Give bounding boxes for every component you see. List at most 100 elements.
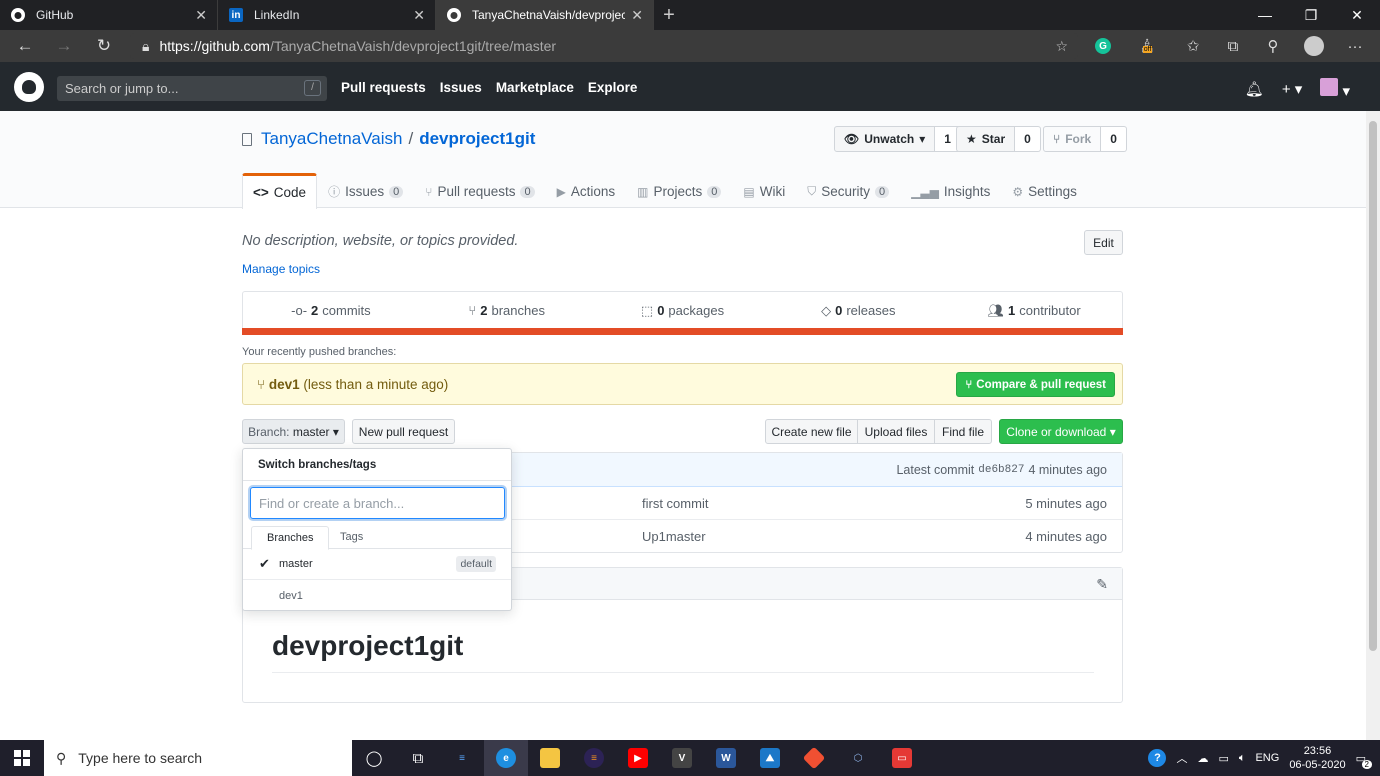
notification-center-icon[interactable]: ▭ 2 — [1356, 752, 1372, 769]
repo-owner-link[interactable]: TanyaChetnaVaish — [261, 129, 402, 149]
branch-filter-input[interactable]: Find or create a branch... — [250, 487, 505, 519]
commit-sha-link[interactable]: de6b827 — [978, 464, 1024, 476]
notifications-bell-icon[interactable]: 🔔︎ — [1245, 80, 1264, 98]
scrollbar-thumb[interactable] — [1369, 121, 1377, 651]
nav-pull-requests[interactable]: Pull requests — [341, 80, 426, 95]
language-bar[interactable] — [242, 328, 1123, 335]
minimize-icon[interactable]: — — [1242, 0, 1288, 30]
commit-message-link[interactable]: Up1master — [642, 529, 706, 544]
edge-browser-icon[interactable]: e — [484, 740, 528, 776]
chevron-up-icon[interactable]: ︿ — [1176, 750, 1187, 766]
user-avatar-menu[interactable]: ▾ — [1320, 78, 1350, 100]
refresh-icon[interactable]: ↻ — [85, 36, 123, 56]
tab-issues[interactable]: ⓘ Issues 0 — [317, 173, 414, 209]
tab-settings[interactable]: ⚙ Settings — [1001, 173, 1088, 209]
battery-icon[interactable]: ▭ — [1218, 752, 1228, 765]
recent-branch-name[interactable]: dev1 — [269, 377, 300, 392]
vim-icon[interactable]: V — [660, 740, 704, 776]
youtube-icon[interactable]: ▶ — [616, 740, 660, 776]
tab-security[interactable]: ⛉ Security 0 — [796, 173, 900, 209]
new-tab-icon[interactable]: + — [654, 0, 684, 30]
browser-tab-github[interactable]: GitHub ✕ — [0, 0, 218, 30]
create-new-file-button[interactable]: Create new file — [765, 419, 858, 444]
unwatch-button[interactable]: 👁︎ Unwatch ▾ — [834, 126, 936, 152]
packages-link[interactable]: ⬚ 0 packages — [595, 292, 771, 329]
grammarly-icon[interactable]: G — [1088, 30, 1118, 62]
file-explorer-icon[interactable] — [528, 740, 572, 776]
commit-message-link[interactable]: first commit — [642, 496, 708, 511]
help-icon[interactable]: ? — [1148, 749, 1167, 767]
browser-tab-repo[interactable]: TanyaChetnaVaish/devproject1git ✕ — [436, 0, 654, 30]
find-file-button[interactable]: Find file — [934, 419, 992, 444]
virtualbox-icon[interactable]: ⬡ — [836, 740, 880, 776]
tab-tags[interactable]: Tags — [325, 526, 378, 550]
git-icon[interactable] — [792, 740, 836, 776]
tab-pull-requests[interactable]: ⑂ Pull requests 0 — [414, 173, 545, 209]
nav-issues[interactable]: Issues — [440, 80, 482, 95]
maximize-icon[interactable]: ❐ — [1288, 0, 1334, 30]
volume-icon[interactable]: 🔈︎ — [1239, 752, 1246, 765]
word-icon[interactable]: W — [704, 740, 748, 776]
close-window-icon[interactable]: ✕ — [1334, 0, 1380, 30]
upload-files-button[interactable]: Upload files — [857, 419, 935, 444]
branch-item-dev1[interactable]: dev1 — [243, 580, 511, 611]
language-indicator[interactable]: ENG — [1255, 752, 1279, 764]
share-icon[interactable]: ⚲ — [1258, 30, 1288, 62]
url-field[interactable]: 🔒︎ https://github.com/TanyaChetnaVaish/d… — [130, 33, 1078, 59]
close-tab-icon[interactable]: ✕ — [631, 7, 643, 24]
collections-icon[interactable]: ⧉ — [1218, 30, 1248, 62]
compare-pull-request-button[interactable]: ⑂ Compare & pull request — [956, 372, 1115, 397]
edit-button[interactable]: Edit — [1084, 230, 1123, 255]
tab-wiki[interactable]: ▤ Wiki — [732, 173, 796, 209]
fork-button[interactable]: ⑂ Fork — [1043, 126, 1102, 152]
unwatch-label: Unwatch — [864, 132, 915, 146]
github-logo-icon[interactable] — [14, 72, 44, 102]
nav-explore[interactable]: Explore — [588, 80, 638, 95]
default-badge: default — [456, 556, 496, 572]
repo-name-link[interactable]: devproject1git — [419, 129, 535, 149]
cortana-icon[interactable]: ◯ — [352, 740, 396, 776]
releases-link[interactable]: ◇ 0 releases — [770, 292, 946, 329]
forward-icon[interactable]: → — [45, 36, 83, 56]
star-button[interactable]: ★ Star — [956, 126, 1016, 152]
pencil-icon[interactable]: ✎ — [1096, 576, 1108, 593]
contributors-link[interactable]: 👥︎ 1 contributor — [946, 292, 1122, 329]
create-new-icon[interactable]: + ▾ — [1282, 80, 1302, 98]
favorite-star-icon[interactable]: ☆ — [1055, 38, 1068, 55]
tab-projects[interactable]: ▥ Projects 0 — [626, 173, 732, 209]
tab-branches[interactable]: Branches — [251, 526, 330, 550]
star-count[interactable]: 0 — [1015, 126, 1041, 152]
profile-avatar[interactable] — [1299, 30, 1329, 62]
photos-icon[interactable]: ⛰ — [748, 740, 792, 776]
close-tab-icon[interactable]: ✕ — [195, 7, 207, 24]
page-scrollbar[interactable] — [1366, 111, 1380, 740]
branches-link[interactable]: ⑂ 2 branches — [419, 292, 595, 329]
new-pull-request-button[interactable]: New pull request — [352, 419, 455, 444]
tab-code[interactable]: <> Code — [242, 173, 318, 209]
search-input[interactable]: Search or jump to... / — [57, 76, 327, 101]
branch-item-master[interactable]: ✔ master default — [243, 549, 511, 580]
tab-actions[interactable]: ▶ Actions — [546, 173, 627, 209]
manage-topics-link[interactable]: Manage topics — [242, 262, 320, 276]
more-options-icon[interactable]: ··· — [1340, 30, 1370, 62]
eclipse-icon[interactable]: ≡ — [572, 740, 616, 776]
nav-marketplace[interactable]: Marketplace — [496, 80, 574, 95]
task-view-icon[interactable]: ⧉ — [396, 740, 440, 776]
branch-select-button[interactable]: Branch: master ▾ — [242, 419, 345, 444]
app-icon[interactable]: ▭ — [880, 740, 924, 776]
back-icon[interactable]: ← — [6, 36, 44, 56]
clone-download-button[interactable]: Clone or download ▾ — [999, 419, 1123, 444]
commits-link[interactable]: -o- 2 commits — [243, 292, 419, 329]
favorites-icon[interactable]: ✩ — [1178, 30, 1208, 62]
fork-count[interactable]: 0 — [1101, 126, 1127, 152]
cloud-icon[interactable]: ☁ — [1197, 752, 1208, 765]
extension-icon[interactable]: ⛪︎off — [1132, 30, 1162, 62]
taskbar-search-input[interactable]: ⚲ Type here to search — [44, 740, 352, 776]
windows-start-icon[interactable] — [0, 740, 44, 776]
clock[interactable]: 23:56 06-05-2020 — [1289, 744, 1345, 772]
close-tab-icon[interactable]: ✕ — [413, 7, 425, 24]
graph-icon: ▁▃▅ — [911, 184, 939, 199]
tab-insights[interactable]: ▁▃▅ Insights — [900, 173, 1001, 209]
vscode-icon[interactable]: ≡ — [440, 740, 484, 776]
browser-tab-linkedin[interactable]: in LinkedIn ✕ — [218, 0, 436, 30]
